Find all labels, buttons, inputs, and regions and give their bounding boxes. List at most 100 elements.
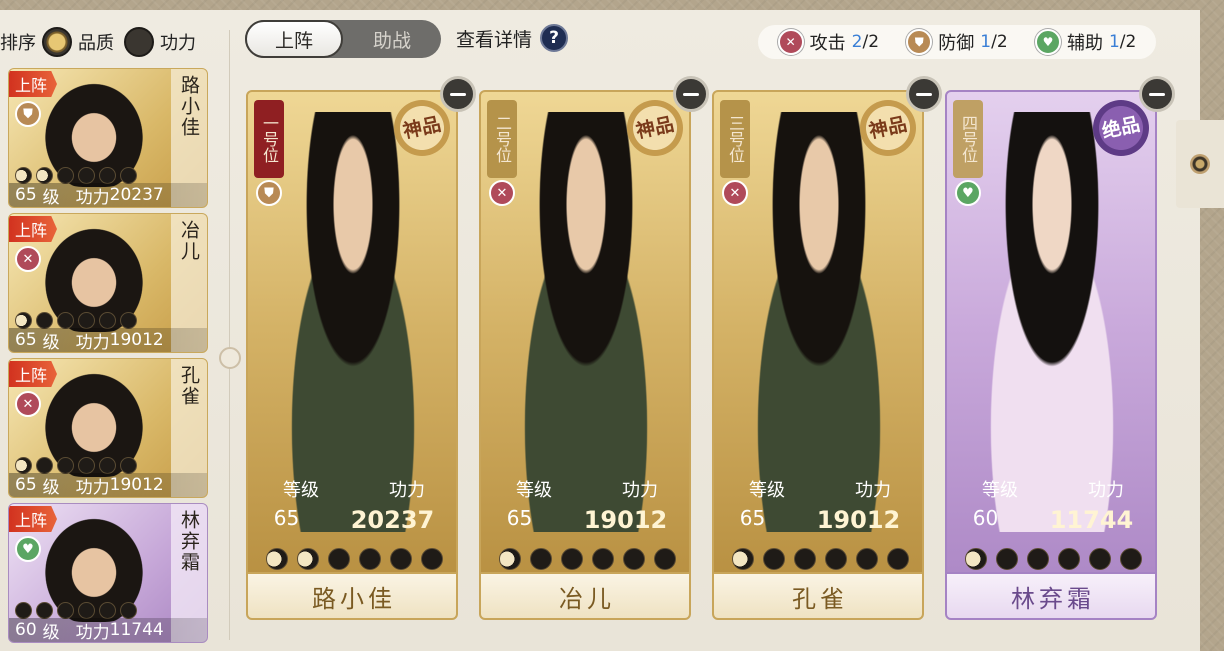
hero-power: 11744 xyxy=(109,620,164,640)
star-icon xyxy=(591,548,614,570)
hero-stats: 65 级 功力 19012 xyxy=(9,473,207,497)
star-icon xyxy=(824,548,847,570)
attack-count: ✕ 攻击 2/2 xyxy=(777,29,879,55)
star-icon xyxy=(120,312,137,329)
shield-icon: ⛊ xyxy=(256,180,282,206)
power-label: 功力 xyxy=(855,480,891,501)
star-icon xyxy=(529,548,552,570)
hero-power-label: 功力 xyxy=(75,187,110,208)
hero-stats: 65 级 功力 20237 xyxy=(9,183,207,208)
card-stats: 等级 功力 65 19012 xyxy=(714,476,922,534)
tab-assist[interactable]: 助战 xyxy=(343,20,441,58)
level-label: 等级 xyxy=(516,480,552,501)
sort-quality-radio[interactable] xyxy=(42,27,72,57)
hero-power: 19012 xyxy=(109,330,164,350)
help-icon[interactable]: ? xyxy=(540,24,569,52)
star-icon xyxy=(886,548,909,570)
position-tag: 一号位 xyxy=(254,100,284,178)
remove-hero-button[interactable] xyxy=(1139,76,1175,112)
remove-hero-button[interactable] xyxy=(906,76,942,112)
side-menu-tab[interactable] xyxy=(1176,120,1224,208)
hero-artwork xyxy=(724,112,914,532)
hero-level-label: 级 xyxy=(42,332,60,353)
role-count-bar: ✕ 攻击 2/2 ⛊ 防御 1/2 ♥ 辅助 1/2 xyxy=(758,25,1156,59)
defense-count-label: 防御 xyxy=(938,33,975,54)
hero-list-item[interactable]: 上阵 ⛊ 路小佳 65 级 功力 20237 xyxy=(8,68,208,208)
star-icon xyxy=(1057,548,1080,570)
star-icon xyxy=(855,548,878,570)
star-icon xyxy=(57,602,74,619)
shield-icon: ⛊ xyxy=(15,101,41,127)
hero-list-item[interactable]: 上阵 ✕ 孔雀 65 级 功力 19012 xyxy=(8,358,208,498)
star-rating xyxy=(15,457,137,474)
star-rating xyxy=(15,602,137,619)
sort-power-radio[interactable] xyxy=(124,27,154,57)
crossed-swords-icon: ✕ xyxy=(777,29,804,55)
star-icon xyxy=(57,457,74,474)
star-icon xyxy=(78,312,95,329)
star-icon xyxy=(15,167,32,184)
star-icon xyxy=(99,312,116,329)
star-icon xyxy=(57,167,74,184)
support-count-label: 辅助 xyxy=(1066,33,1103,54)
formation-card[interactable]: 三号位 ✕ 神品 等级 功力 65 19012 孔雀 xyxy=(712,90,924,620)
defense-count-max: /2 xyxy=(991,32,1008,52)
view-details-label[interactable]: 查看详情 xyxy=(456,25,532,52)
crossed-swords-icon: ✕ xyxy=(15,246,41,272)
hero-power-label: 功力 xyxy=(75,332,110,353)
star-icon xyxy=(560,548,583,570)
card-power: 11744 xyxy=(1049,506,1134,534)
star-icon xyxy=(762,548,785,570)
hero-power: 20237 xyxy=(109,185,164,205)
star-rating xyxy=(15,312,137,329)
ornament-icon xyxy=(1190,154,1210,174)
crossed-swords-icon: ✕ xyxy=(489,180,515,206)
star-icon xyxy=(99,602,116,619)
sort-power-label[interactable]: 功力 xyxy=(160,29,196,55)
hero-list: 上阵 ⛊ 路小佳 65 级 功力 20237 上阵 ✕ 冶儿 65 级 功力 19012… xyxy=(8,68,208,648)
power-label: 功力 xyxy=(622,480,658,501)
hero-stats: 65 级 功力 19012 xyxy=(9,328,207,353)
panel-divider xyxy=(229,30,230,640)
heart-icon: ♥ xyxy=(955,180,981,206)
star-rating xyxy=(248,548,456,570)
remove-hero-button[interactable] xyxy=(440,76,476,112)
sort-quality-label[interactable]: 品质 xyxy=(78,29,114,55)
formation-card[interactable]: 一号位 ⛊ 神品 等级 功力 65 20237 路小佳 xyxy=(246,90,458,620)
card-stats: 等级 功力 60 11744 xyxy=(947,476,1155,534)
tab-deploy[interactable]: 上阵 xyxy=(245,20,343,58)
view-details[interactable]: 查看详情 ? xyxy=(456,24,569,52)
card-stats: 等级 功力 65 19012 xyxy=(481,476,689,534)
sort-bar: 排序 品质 功力 xyxy=(0,24,196,60)
star-icon xyxy=(358,548,381,570)
support-count-max: /2 xyxy=(1119,32,1137,52)
star-icon xyxy=(57,312,74,329)
star-icon xyxy=(964,548,987,570)
star-rating xyxy=(15,167,137,184)
star-icon xyxy=(120,167,137,184)
hero-list-item[interactable]: 上阵 ♥ 林弃霜 60 级 功力 11744 xyxy=(8,503,208,643)
crossed-swords-icon: ✕ xyxy=(15,391,41,417)
level-label: 等级 xyxy=(749,480,785,501)
hero-list-item[interactable]: 上阵 ✕ 冶儿 65 级 功力 19012 xyxy=(8,213,208,353)
card-hero-name: 冶儿 xyxy=(481,572,689,618)
hero-level: 65 xyxy=(15,185,37,205)
star-icon xyxy=(36,312,53,329)
level-label: 等级 xyxy=(283,480,319,501)
star-icon xyxy=(15,312,32,329)
star-icon xyxy=(78,457,95,474)
support-count: ♥ 辅助 1/2 xyxy=(1034,29,1137,55)
defense-count: ⛊ 防御 1/2 xyxy=(906,29,1008,55)
star-icon xyxy=(120,602,137,619)
star-icon xyxy=(296,548,319,570)
hero-level: 65 xyxy=(15,330,37,350)
formation-card[interactable]: 二号位 ✕ 神品 等级 功力 65 19012 冶儿 xyxy=(479,90,691,620)
power-label: 功力 xyxy=(389,480,425,501)
attack-count-current: 2 xyxy=(851,32,863,52)
card-power: 19012 xyxy=(583,506,668,534)
position-tag: 二号位 xyxy=(487,100,517,178)
mode-tabs: 上阵 助战 xyxy=(245,20,441,58)
formation-card[interactable]: 四号位 ♥ 绝品 等级 功力 60 11744 林弃霜 xyxy=(945,90,1157,620)
remove-hero-button[interactable] xyxy=(673,76,709,112)
deployed-tag: 上阵 xyxy=(9,361,58,387)
